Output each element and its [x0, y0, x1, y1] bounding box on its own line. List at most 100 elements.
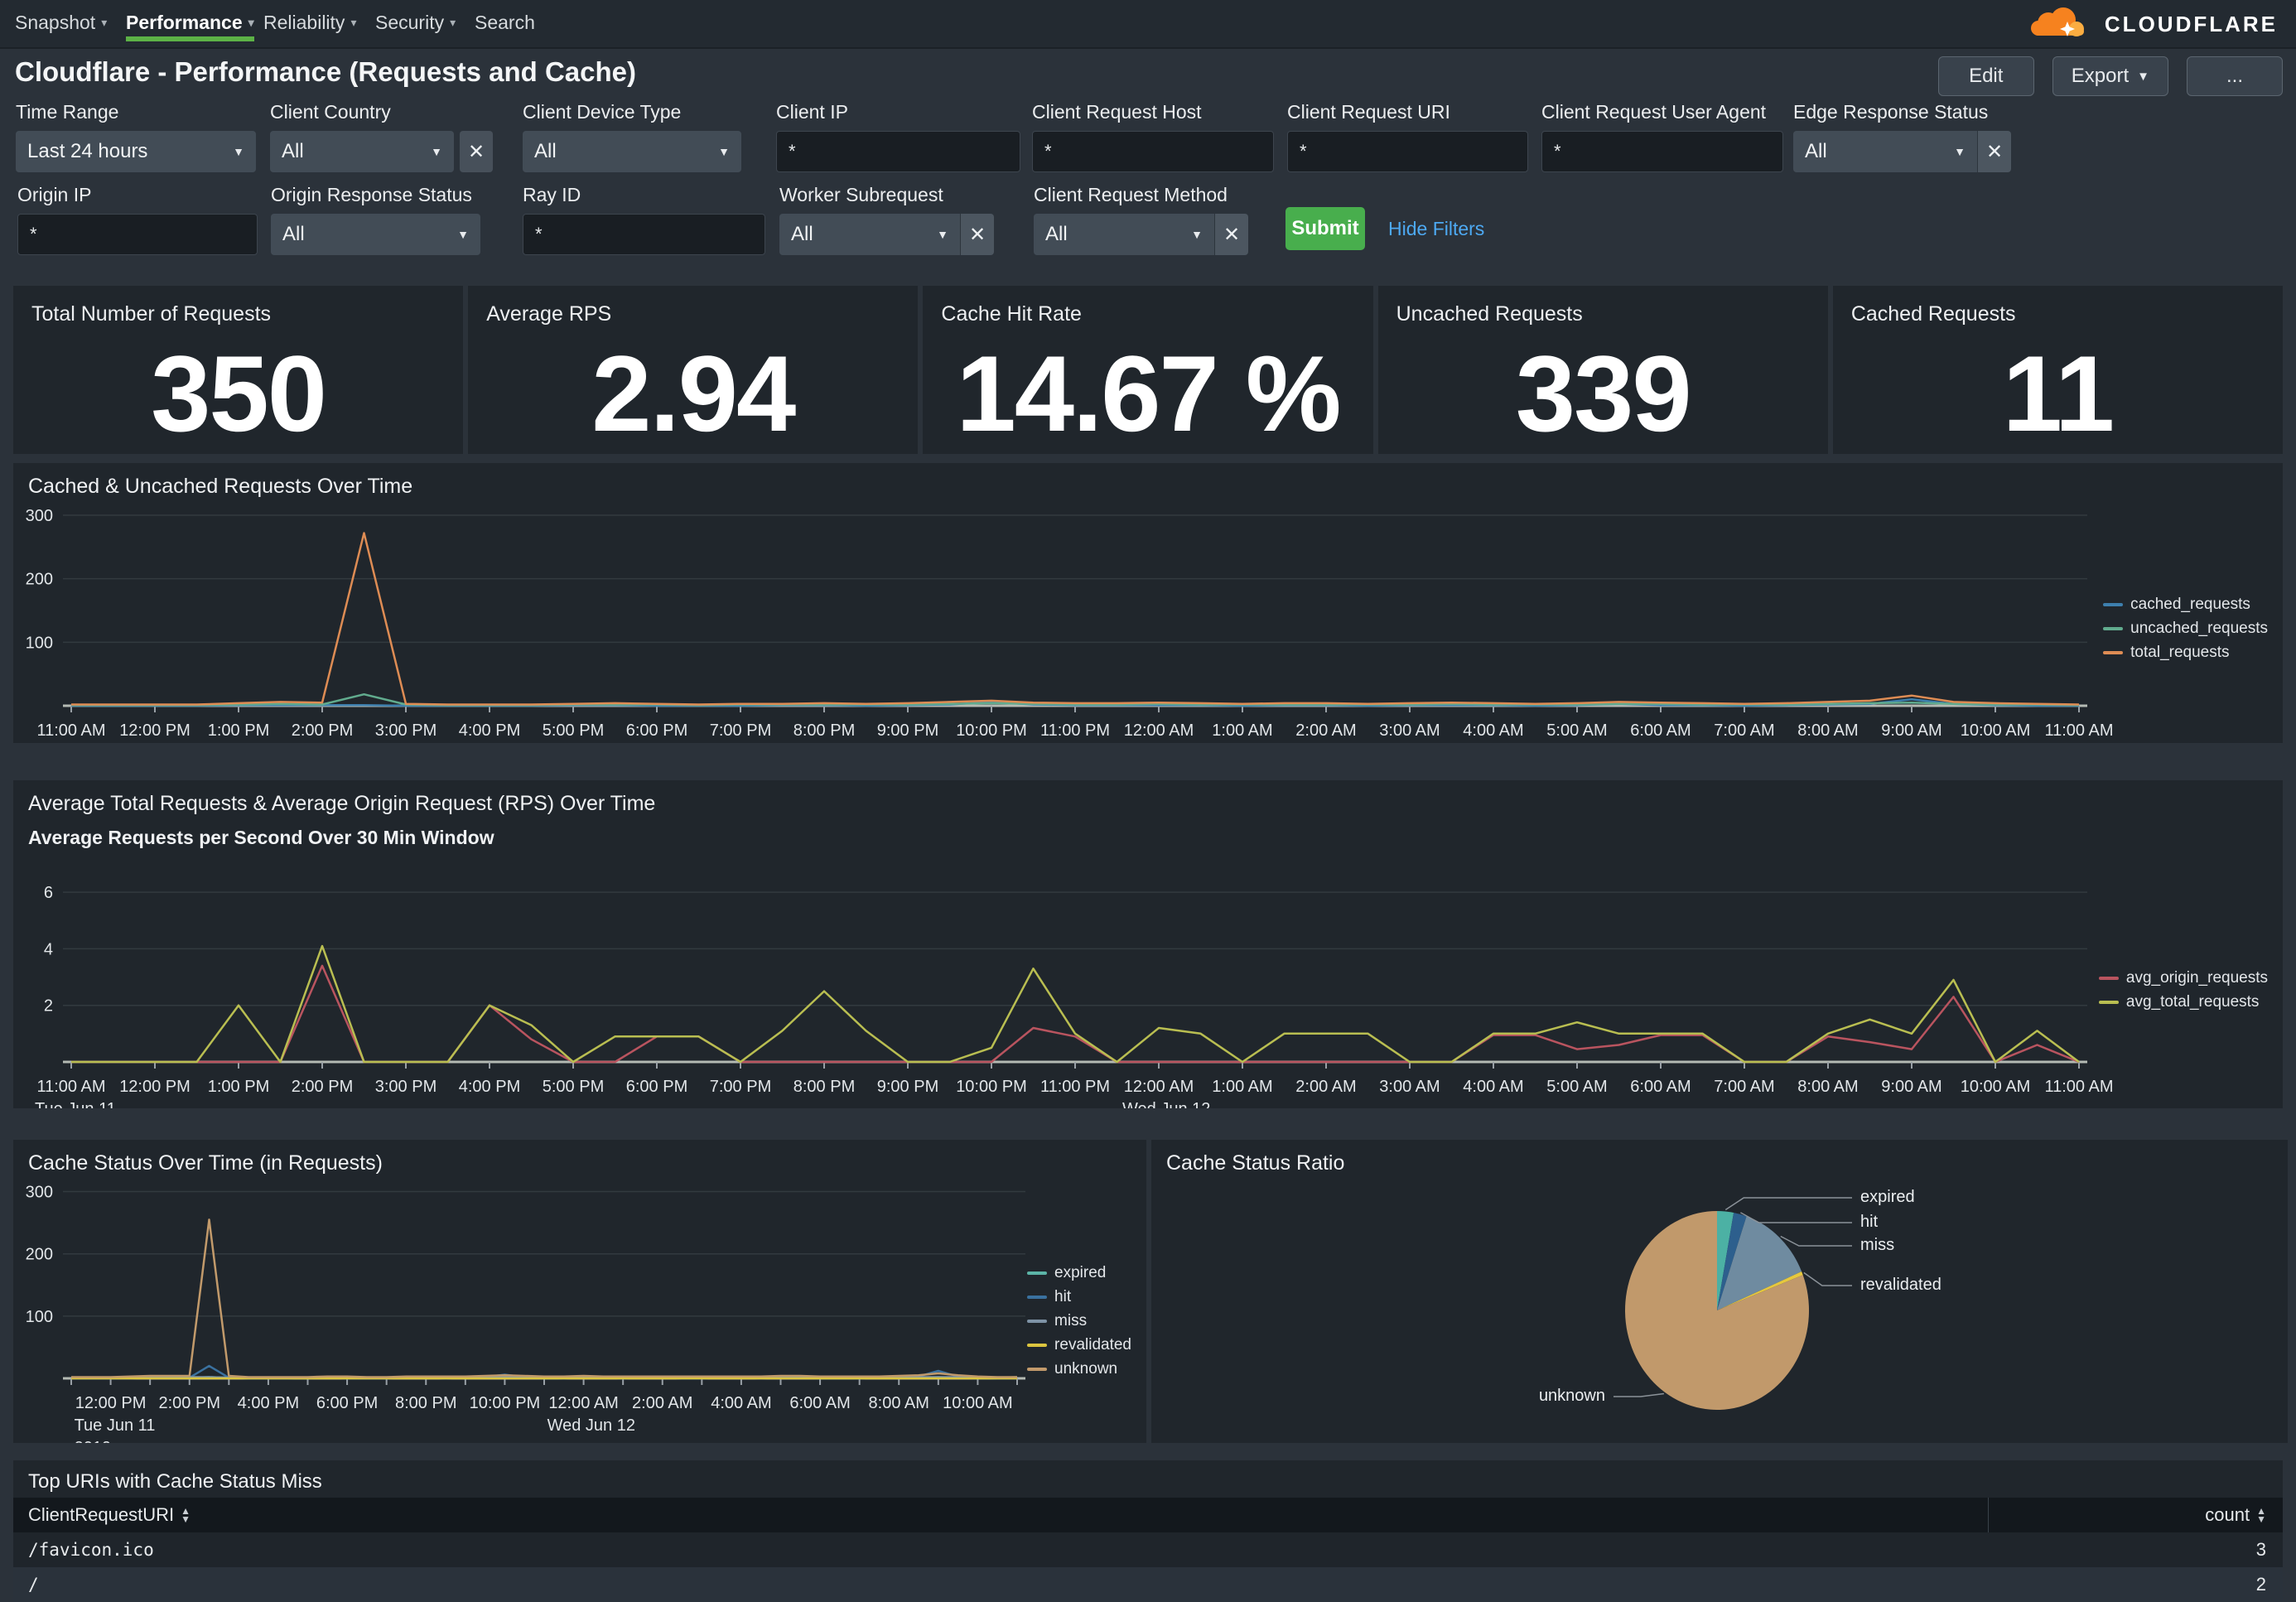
client-ip-input[interactable]: [776, 131, 1020, 172]
client-request-method-select[interactable]: All▼: [1034, 214, 1214, 255]
svg-text:12:00 PM: 12:00 PM: [75, 1394, 147, 1412]
legend-label: avg_total_requests: [2126, 993, 2260, 1011]
nav-search[interactable]: Search: [475, 0, 535, 46]
svg-text:2:00 AM: 2:00 AM: [1295, 721, 1356, 740]
chevron-down-icon: ▼: [457, 228, 469, 241]
svg-text:9:00 PM: 9:00 PM: [877, 721, 938, 740]
svg-text:1:00 PM: 1:00 PM: [208, 1078, 269, 1096]
legend-item-miss[interactable]: miss: [1027, 1312, 1131, 1330]
svg-text:Wed Jun 12: Wed Jun 12: [547, 1416, 635, 1435]
panel-cache-status-over-time: Cache Status Over Time (in Requests) 100…: [13, 1140, 1146, 1443]
svg-text:11:00 AM: 11:00 AM: [36, 721, 105, 740]
svg-text:1:00 PM: 1:00 PM: [208, 721, 269, 740]
legend-item-cached_requests[interactable]: cached_requests: [2103, 596, 2268, 614]
legend-swatch: [2099, 977, 2119, 980]
legend-label: expired: [1054, 1264, 1106, 1282]
column-header-count[interactable]: count ▲▼: [1988, 1498, 2283, 1532]
legend-item-avg_origin_requests[interactable]: avg_origin_requests: [2099, 969, 2268, 987]
svg-text:10:00 PM: 10:00 PM: [956, 1078, 1027, 1096]
svg-text:6:00 AM: 6:00 AM: [1630, 1078, 1691, 1096]
ray-id-input[interactable]: [523, 214, 765, 255]
legend-item-revalidated[interactable]: revalidated: [1027, 1336, 1131, 1354]
svg-text:10:00 PM: 10:00 PM: [956, 721, 1027, 740]
edit-button[interactable]: Edit: [1938, 56, 2034, 96]
svg-text:8:00 PM: 8:00 PM: [793, 721, 855, 740]
stat-uncached-requests: Uncached Requests339: [1378, 286, 1828, 454]
legend-swatch: [2103, 603, 2123, 606]
svg-text:7:00 PM: 7:00 PM: [710, 721, 771, 740]
stat-value: 339: [1378, 340, 1828, 447]
svg-text:2:00 AM: 2:00 AM: [632, 1394, 692, 1412]
submit-button[interactable]: Submit: [1285, 207, 1365, 250]
chart-legend: expired hit miss revalidated unknown: [1027, 1264, 1131, 1378]
count-cell: 2: [1988, 1574, 2283, 1595]
edge-response-status-select[interactable]: All▼: [1793, 131, 1977, 172]
table-row: / 2: [13, 1567, 2283, 1602]
clear-client-country-button[interactable]: ✕: [460, 131, 493, 172]
legend-label: unknown: [1054, 1360, 1117, 1378]
svg-text:4:00 PM: 4:00 PM: [459, 1078, 520, 1096]
svg-text:4: 4: [44, 940, 53, 958]
legend-item-unknown[interactable]: unknown: [1027, 1360, 1131, 1378]
pie-label-miss: miss: [1860, 1236, 1894, 1255]
origin-ip-input[interactable]: [17, 214, 258, 255]
svg-text:11:00 AM: 11:00 AM: [2044, 721, 2113, 740]
filter-client-device-type: Client Device Type All▼: [523, 101, 741, 172]
nav-security[interactable]: Security ▾: [375, 0, 456, 46]
nav-snapshot[interactable]: Snapshot ▾: [15, 0, 107, 46]
legend-swatch: [2099, 1001, 2119, 1004]
legend-swatch: [1027, 1344, 1047, 1347]
legend-item-uncached_requests[interactable]: uncached_requests: [2103, 620, 2268, 638]
client-request-uri-input[interactable]: [1287, 131, 1528, 172]
svg-text:2:00 PM: 2:00 PM: [292, 721, 353, 740]
chevron-down-icon: ▼: [233, 145, 244, 158]
export-button[interactable]: Export▼: [2052, 56, 2168, 96]
worker-subrequest-select[interactable]: All▼: [779, 214, 960, 255]
svg-text:200: 200: [26, 571, 53, 589]
svg-text:6:00 PM: 6:00 PM: [316, 1394, 378, 1412]
client-request-host-input[interactable]: [1032, 131, 1274, 172]
chevron-down-icon: ▾: [248, 16, 254, 30]
column-header-uri[interactable]: ClientRequestURI ▲▼: [13, 1498, 1988, 1532]
table-title: Top URIs with Cache Status Miss: [28, 1470, 322, 1493]
legend-item-hit[interactable]: hit: [1027, 1288, 1131, 1306]
nav-label: Snapshot: [15, 12, 95, 34]
hide-filters-link[interactable]: Hide Filters: [1388, 218, 1484, 240]
client-country-select[interactable]: All▼: [270, 131, 454, 172]
nav-reliability[interactable]: Reliability ▾: [263, 0, 356, 46]
svg-text:2:00 PM: 2:00 PM: [159, 1394, 220, 1412]
cloudflare-cloud-icon: [2020, 5, 2096, 43]
client-device-type-select[interactable]: All▼: [523, 131, 741, 172]
filter-origin-ip: Origin IP: [17, 184, 258, 255]
clear-edge-response-status-button[interactable]: ✕: [1977, 131, 2011, 172]
nav-performance[interactable]: Performance ▾: [126, 0, 254, 46]
svg-text:1:00 AM: 1:00 AM: [1212, 721, 1272, 740]
more-button[interactable]: ...: [2187, 56, 2283, 96]
time-range-select[interactable]: Last 24 hours▼: [16, 131, 256, 172]
svg-text:2: 2: [44, 997, 53, 1016]
legend-item-avg_total_requests[interactable]: avg_total_requests: [2099, 993, 2268, 1011]
svg-text:11:00 PM: 11:00 PM: [1040, 721, 1110, 740]
client-request-user-agent-input[interactable]: [1541, 131, 1783, 172]
chevron-down-icon: ▼: [431, 145, 442, 158]
chevron-down-icon: ▼: [1954, 145, 1966, 158]
svg-text:7:00 AM: 7:00 AM: [1714, 721, 1774, 740]
nav-label: Security: [375, 12, 444, 34]
chevron-down-icon: ▼: [1191, 228, 1203, 241]
origin-response-status-select[interactable]: All▼: [271, 214, 480, 255]
legend-item-total_requests[interactable]: total_requests: [2103, 644, 2268, 662]
filter-time-range: Time Range Last 24 hours▼: [16, 101, 256, 172]
legend-item-expired[interactable]: expired: [1027, 1264, 1131, 1282]
clear-worker-subrequest-button[interactable]: ✕: [960, 214, 994, 255]
legend-swatch: [1027, 1271, 1047, 1275]
table-header: ClientRequestURI ▲▼ count ▲▼: [13, 1498, 2283, 1532]
svg-text:12:00 AM: 12:00 AM: [548, 1394, 619, 1412]
clear-client-request-method-button[interactable]: ✕: [1214, 214, 1248, 255]
svg-text:300: 300: [26, 507, 53, 525]
filter-client-ip: Client IP: [776, 101, 1020, 172]
svg-text:9:00 PM: 9:00 PM: [877, 1078, 938, 1096]
uri-cell: /: [13, 1575, 1988, 1595]
line-chart: 10020030012:00 PMTue Jun 1120192:00 PM4:…: [13, 1140, 1146, 1443]
svg-text:3:00 AM: 3:00 AM: [1379, 721, 1440, 740]
stat-value: 11: [1833, 340, 2283, 447]
